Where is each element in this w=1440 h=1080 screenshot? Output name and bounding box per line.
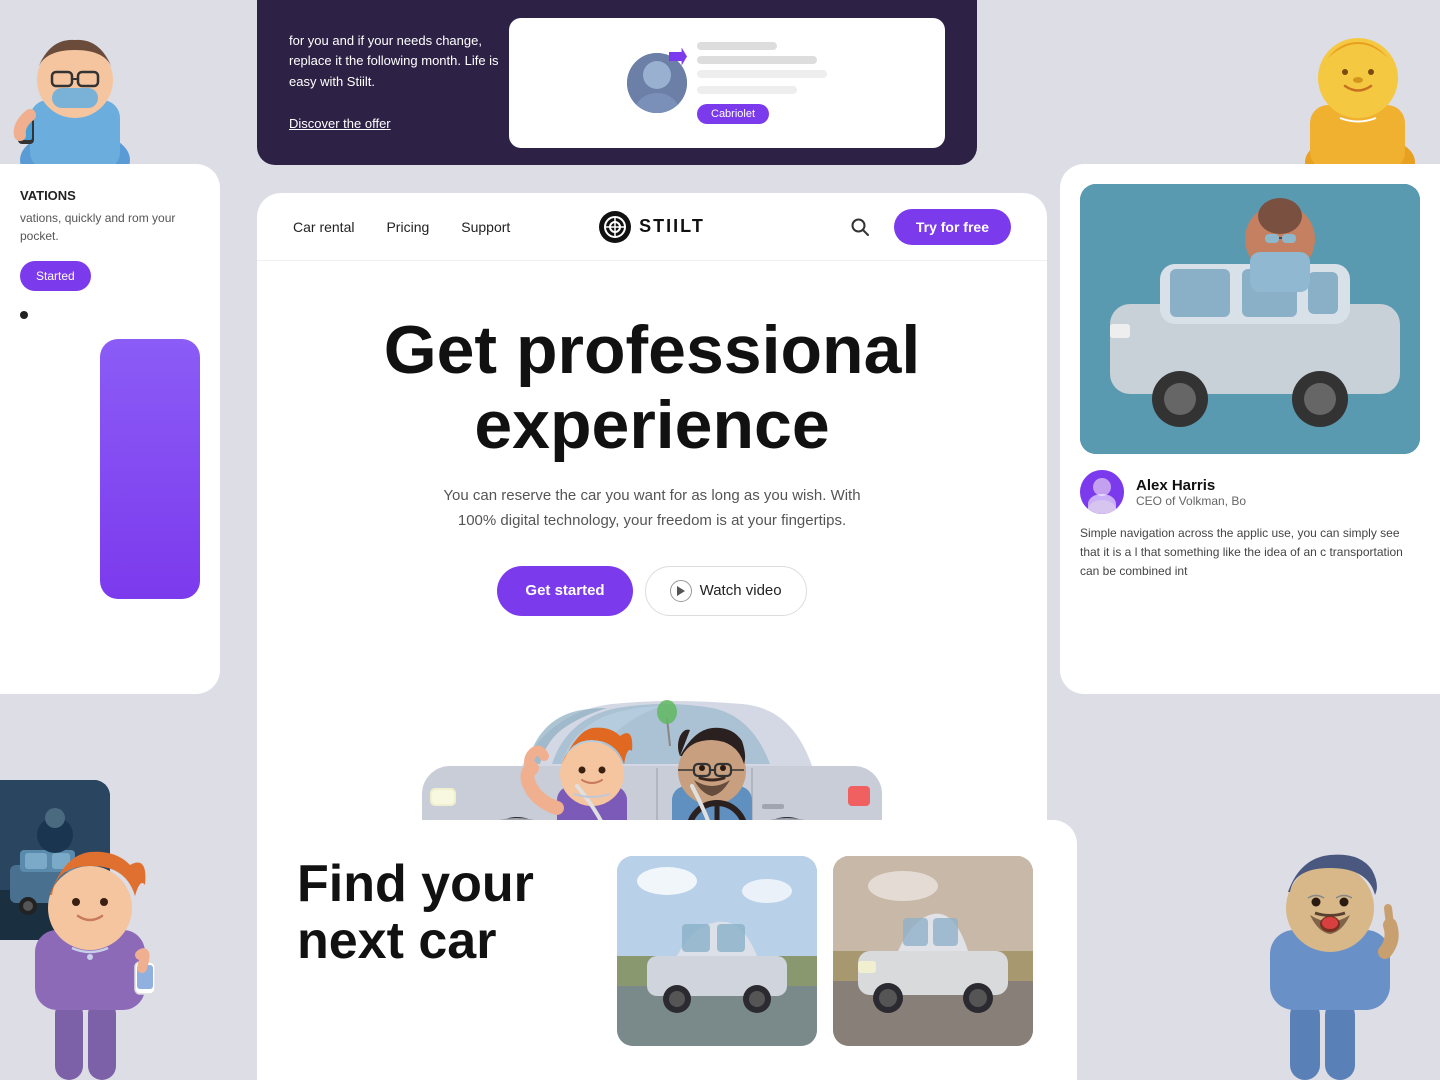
discover-link[interactable]: Discover the offer xyxy=(289,116,391,131)
hero-section: Get professionalexperience You can reser… xyxy=(257,261,1047,616)
nav-logo: STIILT xyxy=(532,211,771,243)
character-yellow-svg xyxy=(1240,0,1440,175)
cabriolet-pill: Cabriolet xyxy=(697,104,769,124)
search-button[interactable] xyxy=(842,209,878,245)
mockup-line-4 xyxy=(697,86,797,94)
nav-links: Car rental Pricing Support xyxy=(293,219,532,235)
search-icon xyxy=(851,218,869,236)
left-panel: VATIONS vations, quickly and rom your po… xyxy=(0,164,220,694)
watch-video-label: Watch video xyxy=(700,582,782,599)
reviewer-avatar xyxy=(1080,470,1124,514)
nav-car-rental[interactable]: Car rental xyxy=(293,219,354,235)
logo-icon xyxy=(599,211,631,243)
main-card: Car rental Pricing Support STIILT xyxy=(257,193,1047,886)
play-triangle xyxy=(677,586,685,596)
car-cards-row xyxy=(617,856,1033,1046)
top-strip-text: for you and if your needs change, replac… xyxy=(289,31,509,135)
mockup-line-1 xyxy=(697,42,777,50)
hero-title: Get professionalexperience xyxy=(293,313,1011,463)
right-photo-svg xyxy=(1080,184,1420,454)
watch-video-button[interactable]: Watch video xyxy=(645,566,807,616)
reviewer-title: CEO of Volkman, Bo xyxy=(1136,494,1246,508)
reviewer-name: Alex Harris xyxy=(1136,477,1246,494)
top-strip-body: for you and if your needs change, replac… xyxy=(289,33,499,90)
character-blue-svg xyxy=(0,0,180,175)
left-panel-purple-block xyxy=(100,339,200,599)
find-title: Find yournext car xyxy=(297,856,577,970)
car-card-2-svg xyxy=(833,856,1033,1046)
reviewer-info: Alex Harris CEO of Volkman, Bo xyxy=(1136,477,1246,508)
hero-subtitle: You can reserve the car you want for as … xyxy=(442,483,862,534)
bottom-section: Find yournext car xyxy=(257,820,1077,1080)
top-strip-mockup: Cabriolet xyxy=(509,18,945,148)
mockup-avatar xyxy=(627,53,687,113)
logo-svg xyxy=(604,216,626,238)
reviewer-row: Alex Harris CEO of Volkman, Bo xyxy=(1080,470,1420,514)
nav-support[interactable]: Support xyxy=(461,219,510,235)
nav-pricing[interactable]: Pricing xyxy=(386,219,429,235)
left-panel-title: VATIONS xyxy=(20,188,200,203)
mockup-inner: Cabriolet xyxy=(627,42,827,124)
left-panel-dot xyxy=(20,311,28,319)
left-panel-purple-area xyxy=(20,339,200,599)
car-card-1-svg xyxy=(617,856,817,1046)
hero-buttons: Get started Watch video xyxy=(293,566,1011,616)
character-top-right xyxy=(1220,0,1440,175)
character-bottom-right xyxy=(1220,800,1440,1080)
left-panel-started-btn[interactable]: Started xyxy=(20,261,91,291)
mockup-line-2 xyxy=(697,56,817,64)
character-bottom-left xyxy=(0,800,180,1080)
mockup-lines: Cabriolet xyxy=(697,42,827,124)
reviewer-quote: Simple navigation across the applic use,… xyxy=(1080,524,1420,582)
navigation: Car rental Pricing Support STIILT xyxy=(257,193,1047,261)
mockup-pill-wrapper xyxy=(697,70,827,94)
char-man-svg xyxy=(1220,800,1440,1080)
left-panel-desc: vations, quickly and rom your pocket. xyxy=(20,209,200,245)
play-icon xyxy=(670,580,692,602)
nav-right: Try for free xyxy=(772,209,1011,245)
top-strip-card: for you and if your needs change, replac… xyxy=(257,0,977,165)
right-panel: Alex Harris CEO of Volkman, Bo Simple na… xyxy=(1060,164,1440,694)
right-photo xyxy=(1080,184,1420,454)
get-started-button[interactable]: Get started xyxy=(497,566,632,616)
car-card-1[interactable] xyxy=(617,856,817,1046)
find-title-text: Find yournext car xyxy=(297,855,534,970)
character-top-left xyxy=(0,0,200,175)
logo-text: STIILT xyxy=(639,216,705,237)
mockup-line-3 xyxy=(697,70,827,78)
char-girl-svg xyxy=(0,800,180,1080)
try-free-button[interactable]: Try for free xyxy=(894,209,1011,245)
car-card-2[interactable] xyxy=(833,856,1033,1046)
